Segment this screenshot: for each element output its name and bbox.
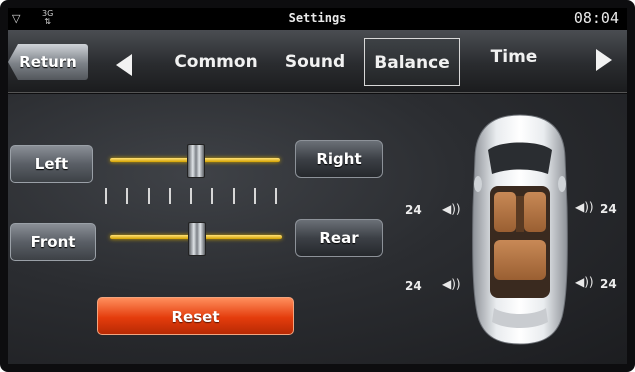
tab-time[interactable]: Time	[483, 33, 545, 81]
tab-sound[interactable]: Sound	[280, 38, 350, 86]
screen-title: Settings	[288, 11, 347, 25]
speaker-icon: ◀))	[442, 202, 461, 216]
reset-button[interactable]: Reset	[97, 297, 294, 335]
car-top-view-icon	[472, 114, 568, 345]
front-left-level: 24	[405, 203, 422, 217]
speaker-icon: ◀))	[575, 200, 594, 214]
tab-bar: Return Common Sound Balance Time	[8, 30, 627, 93]
speaker-icon: ◀))	[575, 275, 594, 289]
rear-left-level: 24	[405, 279, 422, 293]
triangle-right-icon[interactable]	[596, 49, 612, 71]
tab-common[interactable]: Common	[173, 38, 259, 86]
triangle-left-icon[interactable]	[116, 54, 132, 76]
clock: 08:04	[573, 9, 619, 27]
device-screen: ▽ 3G ⇅ Settings 08:04 Return Common Soun…	[0, 0, 635, 372]
rear-right-level: 24	[600, 277, 617, 291]
left-button[interactable]: Left	[10, 145, 93, 183]
return-button[interactable]: Return	[8, 44, 88, 80]
status-bar: ▽ 3G ⇅ Settings 08:04	[8, 8, 627, 30]
left-right-slider-thumb[interactable]	[187, 144, 205, 178]
front-right-level: 24	[600, 202, 617, 216]
front-button[interactable]: Front	[10, 223, 96, 261]
tab-balance[interactable]: Balance	[364, 38, 460, 86]
right-button[interactable]: Right	[295, 140, 383, 178]
rear-button[interactable]: Rear	[295, 219, 383, 257]
balance-scale-ticks	[105, 188, 277, 208]
speaker-icon: ◀))	[442, 277, 461, 291]
front-rear-slider-thumb[interactable]	[188, 222, 206, 256]
